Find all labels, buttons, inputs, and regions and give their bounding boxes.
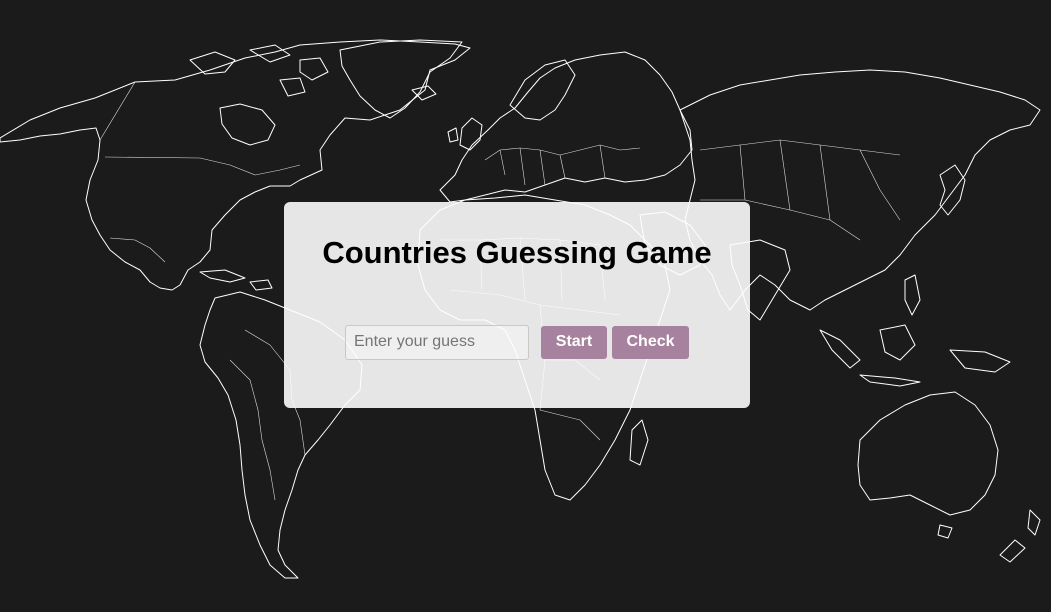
alaska-border (99, 81, 136, 141)
start-button[interactable]: Start (541, 325, 607, 359)
guess-input[interactable] (345, 324, 529, 360)
borneo (879, 324, 916, 361)
uk (459, 117, 483, 151)
ireland (447, 127, 459, 143)
japan (939, 164, 966, 216)
madagascar (629, 419, 649, 466)
hispaniola (249, 279, 273, 291)
andes-border (229, 359, 276, 501)
us-canada-border (104, 156, 301, 176)
game-panel: Countries Guessing Game Start Check (284, 202, 750, 408)
sumatra (819, 329, 861, 369)
check-button[interactable]: Check (612, 325, 689, 359)
hudson-bay (219, 103, 276, 146)
scandinavia (509, 59, 576, 121)
us-mexico-border (109, 237, 166, 263)
game-title: Countries Guessing Game (322, 235, 712, 270)
java (859, 374, 921, 387)
new-zealand (999, 509, 1041, 563)
new-guinea (949, 349, 1011, 373)
tasmania (937, 524, 953, 539)
greenland (339, 39, 463, 119)
cuba (199, 269, 246, 283)
canada-islands (189, 44, 329, 97)
australia-outline (857, 391, 999, 516)
philippines (904, 274, 921, 316)
game-screen: Countries Guessing Game Start Check (0, 0, 1051, 612)
guess-controls: Start Check (345, 324, 689, 360)
europe-outline (439, 51, 693, 203)
